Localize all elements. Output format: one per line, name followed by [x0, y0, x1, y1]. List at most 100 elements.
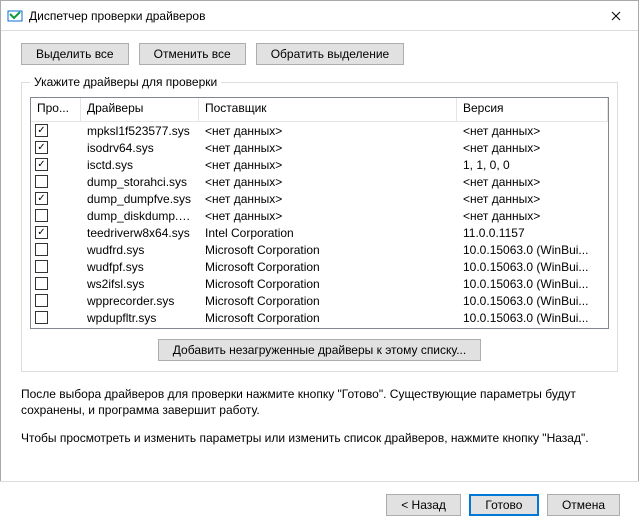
- row-checkbox[interactable]: [35, 226, 48, 239]
- version-text: <нет данных>: [457, 175, 608, 189]
- title-bar: Диспетчер проверки драйверов: [1, 1, 638, 31]
- vendor-name: Microsoft Corporation: [199, 260, 457, 274]
- deselect-all-button[interactable]: Отменить все: [139, 43, 246, 65]
- table-row[interactable]: wudfpf.sysMicrosoft Corporation10.0.1506…: [31, 258, 608, 275]
- vendor-name: <нет данных>: [199, 158, 457, 172]
- invert-selection-button[interactable]: Обратить выделение: [256, 43, 405, 65]
- version-text: <нет данных>: [457, 124, 608, 138]
- driver-name: dump_dumpfve.sys: [81, 192, 199, 206]
- version-text: 10.0.15063.0 (WinBui...: [457, 294, 608, 308]
- driver-name: isodrv64.sys: [81, 141, 199, 155]
- driver-name: ws2ifsl.sys: [81, 277, 199, 291]
- vendor-name: <нет данных>: [199, 209, 457, 223]
- table-row[interactable]: teedriverw8x64.sysIntel Corporation11.0.…: [31, 224, 608, 241]
- checkbox-cell: [31, 226, 81, 239]
- table-row[interactable]: wof.sysMicrosoft Corporation10.0.15063.0…: [31, 326, 608, 329]
- table-row[interactable]: wpprecorder.sysMicrosoft Corporation10.0…: [31, 292, 608, 309]
- list-body[interactable]: mpksl1f523577.sys<нет данных><нет данных…: [31, 122, 608, 329]
- drivers-group: Укажите драйверы для проверки Про... Дра…: [21, 75, 618, 372]
- vendor-name: <нет данных>: [199, 141, 457, 155]
- vendor-name: Intel Corporation: [199, 226, 457, 240]
- info-paragraph-2: Чтобы просмотреть и изменить параметры и…: [21, 430, 618, 446]
- checkbox-cell: [31, 294, 81, 307]
- checkbox-cell: [31, 260, 81, 273]
- checkbox-cell: [31, 311, 81, 324]
- col-header-drivers[interactable]: Драйверы: [81, 98, 199, 121]
- vendor-name: Microsoft Corporation: [199, 243, 457, 257]
- driver-name: wof.sys: [81, 328, 199, 330]
- driver-name: wudfrd.sys: [81, 243, 199, 257]
- row-checkbox[interactable]: [35, 311, 48, 324]
- row-checkbox[interactable]: [35, 209, 48, 222]
- row-checkbox[interactable]: [35, 294, 48, 307]
- version-text: 10.0.15063.0 (WinBui...: [457, 260, 608, 274]
- checkbox-cell: [31, 158, 81, 171]
- table-row[interactable]: dump_diskdump.sys<нет данных><нет данных…: [31, 207, 608, 224]
- row-checkbox[interactable]: [35, 141, 48, 154]
- info-paragraph-1: После выбора драйверов для проверки нажм…: [21, 386, 618, 418]
- col-header-check[interactable]: Про...: [31, 98, 81, 121]
- row-checkbox[interactable]: [35, 175, 48, 188]
- driver-name: wpdupfltr.sys: [81, 311, 199, 325]
- row-checkbox[interactable]: [35, 260, 48, 273]
- row-checkbox[interactable]: [35, 192, 48, 205]
- app-icon: [7, 8, 23, 24]
- vendor-name: <нет данных>: [199, 124, 457, 138]
- driver-name: mpksl1f523577.sys: [81, 124, 199, 138]
- drivers-group-label: Укажите драйверы для проверки: [30, 75, 221, 89]
- vendor-name: Microsoft Corporation: [199, 294, 457, 308]
- driver-name: dump_diskdump.sys: [81, 209, 199, 223]
- footer-buttons: < Назад Готово Отмена: [0, 481, 639, 528]
- vendor-name: Microsoft Corporation: [199, 277, 457, 291]
- version-text: 1, 1, 0, 0: [457, 158, 608, 172]
- vendor-name: <нет данных>: [199, 175, 457, 189]
- version-text: <нет данных>: [457, 209, 608, 223]
- list-header: Про... Драйверы Поставщик Версия: [31, 98, 608, 122]
- version-text: 10.0.15063.0 (WinBui...: [457, 311, 608, 325]
- table-row[interactable]: dump_dumpfve.sys<нет данных><нет данных>: [31, 190, 608, 207]
- select-all-button[interactable]: Выделить все: [21, 43, 129, 65]
- checkbox-cell: [31, 175, 81, 188]
- checkbox-cell: [31, 243, 81, 256]
- driver-name: isctd.sys: [81, 158, 199, 172]
- version-text: 11.0.0.1157: [457, 226, 608, 240]
- table-row[interactable]: wpdupfltr.sysMicrosoft Corporation10.0.1…: [31, 309, 608, 326]
- version-text: 10.0.15063.0 (WinBui...: [457, 277, 608, 291]
- col-header-vendor[interactable]: Поставщик: [199, 98, 457, 121]
- version-text: 10.0.15063.0 (WinBui...: [457, 243, 608, 257]
- window-title: Диспетчер проверки драйверов: [29, 9, 593, 23]
- vendor-name: Microsoft Corporation: [199, 311, 457, 325]
- row-checkbox[interactable]: [35, 277, 48, 290]
- driver-name: dump_storahci.sys: [81, 175, 199, 189]
- table-row[interactable]: mpksl1f523577.sys<нет данных><нет данных…: [31, 122, 608, 139]
- close-button[interactable]: [593, 1, 638, 31]
- checkbox-cell: [31, 192, 81, 205]
- version-text: <нет данных>: [457, 192, 608, 206]
- table-row[interactable]: ws2ifsl.sysMicrosoft Corporation10.0.150…: [31, 275, 608, 292]
- checkbox-cell: [31, 328, 81, 329]
- info-text: После выбора драйверов для проверки нажм…: [21, 386, 618, 447]
- driver-name: wudfpf.sys: [81, 260, 199, 274]
- vendor-name: <нет данных>: [199, 192, 457, 206]
- driver-name: teedriverw8x64.sys: [81, 226, 199, 240]
- add-unloaded-drivers-button[interactable]: Добавить незагруженные драйверы к этому …: [158, 339, 481, 361]
- row-checkbox[interactable]: [35, 158, 48, 171]
- vendor-name: Microsoft Corporation: [199, 328, 457, 330]
- col-header-version[interactable]: Версия: [457, 98, 608, 121]
- back-button[interactable]: < Назад: [386, 494, 461, 516]
- row-checkbox[interactable]: [35, 243, 48, 256]
- table-row[interactable]: isodrv64.sys<нет данных><нет данных>: [31, 139, 608, 156]
- row-checkbox[interactable]: [35, 124, 48, 137]
- row-checkbox[interactable]: [35, 328, 48, 329]
- version-text: 10.0.15063.0 (WinBui...: [457, 328, 608, 330]
- drivers-list: Про... Драйверы Поставщик Версия mpksl1f…: [30, 97, 609, 329]
- checkbox-cell: [31, 209, 81, 222]
- finish-button[interactable]: Готово: [469, 494, 539, 516]
- version-text: <нет данных>: [457, 141, 608, 155]
- checkbox-cell: [31, 277, 81, 290]
- cancel-button[interactable]: Отмена: [547, 494, 620, 516]
- table-row[interactable]: isctd.sys<нет данных>1, 1, 0, 0: [31, 156, 608, 173]
- table-row[interactable]: dump_storahci.sys<нет данных><нет данных…: [31, 173, 608, 190]
- checkbox-cell: [31, 141, 81, 154]
- table-row[interactable]: wudfrd.sysMicrosoft Corporation10.0.1506…: [31, 241, 608, 258]
